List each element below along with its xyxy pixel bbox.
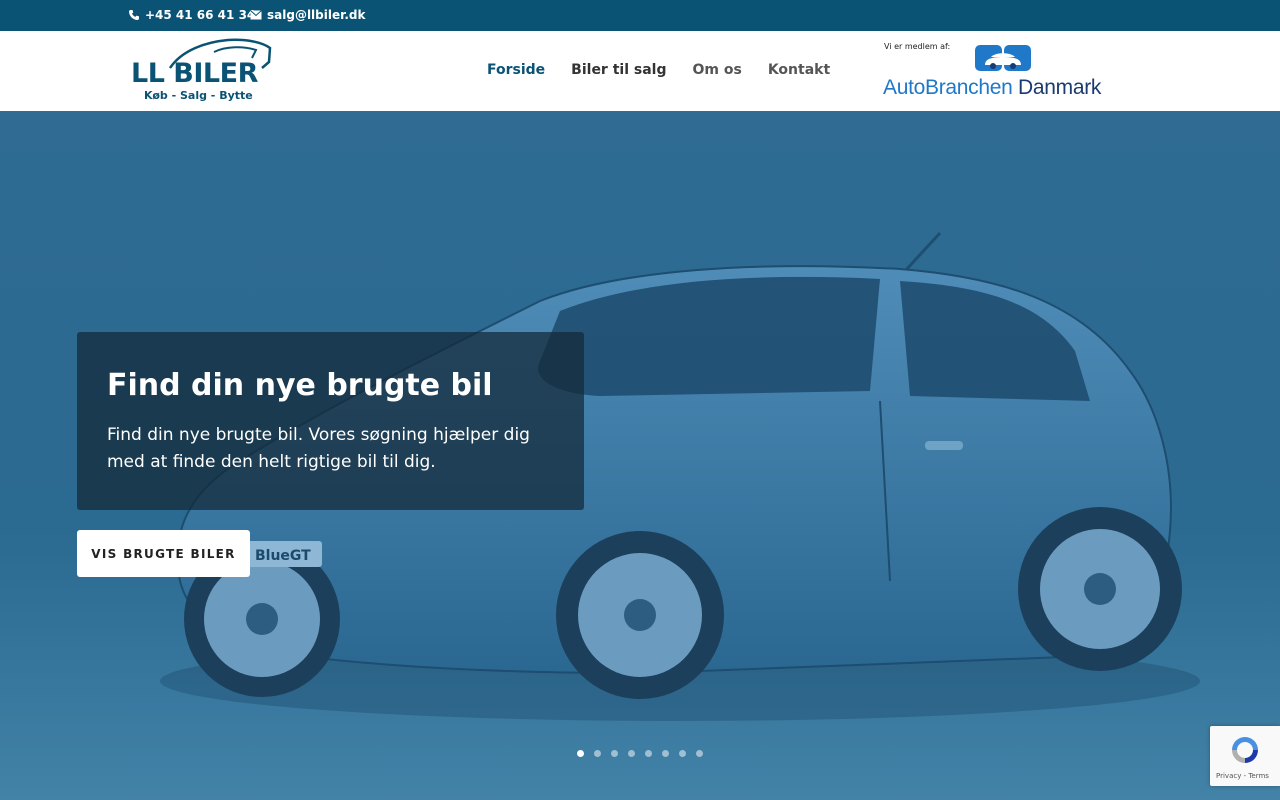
- envelope-icon: [250, 10, 262, 20]
- view-used-cars-button[interactable]: VIS BRUGTE BILER: [77, 530, 250, 577]
- slider-dot[interactable]: [577, 750, 584, 757]
- nav-item-forside[interactable]: Forside: [487, 62, 545, 78]
- slider-dot[interactable]: [594, 750, 601, 757]
- hero-slider: BlueGT Find din nye brugte bil Find din …: [0, 111, 1280, 800]
- top-bar: +45 41 66 41 34 salg@llbiler.dk: [0, 0, 1280, 31]
- slider-dot[interactable]: [611, 750, 618, 757]
- membership-badge[interactable]: Vi er medlem af: AutoBranchen Danmark: [883, 42, 1128, 102]
- nav-item-om-os[interactable]: Om os: [692, 62, 741, 78]
- hero-title: Find din nye brugte bil: [107, 368, 493, 403]
- autobranchen-cars-icon: [975, 45, 1031, 71]
- hero-caption: Find din nye brugte bil Find din nye bru…: [77, 332, 584, 510]
- slider-pagination: [577, 750, 703, 757]
- membership-name: AutoBranchen Danmark: [883, 76, 1101, 100]
- main-nav: Forside Biler til salg Om os Kontakt: [487, 62, 830, 78]
- email-address: salg@llbiler.dk: [267, 8, 366, 22]
- email-link[interactable]: salg@llbiler.dk: [250, 8, 365, 22]
- hero-text: Find din nye brugte bil. Vores søgning h…: [107, 425, 530, 473]
- slider-dot[interactable]: [679, 750, 686, 757]
- membership-name-part1: AutoBranchen: [883, 76, 1013, 99]
- recaptcha-icon: [1232, 737, 1258, 763]
- phone-icon: [129, 10, 139, 20]
- membership-name-part2: Danmark: [1018, 76, 1102, 99]
- slider-dot[interactable]: [628, 750, 635, 757]
- phone-number: +45 41 66 41 34: [145, 8, 256, 22]
- slider-dot[interactable]: [696, 750, 703, 757]
- recaptcha-links[interactable]: Privacy - Terms: [1216, 772, 1269, 780]
- logo-text: LL BILER: [131, 58, 258, 89]
- site-logo[interactable]: LL BILER Køb - Salg - Bytte: [130, 38, 275, 104]
- nav-item-biler-til-salg[interactable]: Biler til salg: [571, 62, 666, 78]
- logo-tagline: Køb - Salg - Bytte: [144, 89, 253, 102]
- slider-dot[interactable]: [662, 750, 669, 757]
- phone-link[interactable]: +45 41 66 41 34: [128, 8, 255, 22]
- slider-dot[interactable]: [645, 750, 652, 757]
- recaptcha-badge[interactable]: Privacy - Terms: [1210, 726, 1280, 786]
- nav-item-kontakt[interactable]: Kontakt: [768, 62, 830, 78]
- license-plate-text: BlueGT: [255, 548, 311, 564]
- site-header: LL BILER Køb - Salg - Bytte Forside Bile…: [0, 31, 1280, 111]
- membership-label: Vi er medlem af:: [884, 42, 951, 51]
